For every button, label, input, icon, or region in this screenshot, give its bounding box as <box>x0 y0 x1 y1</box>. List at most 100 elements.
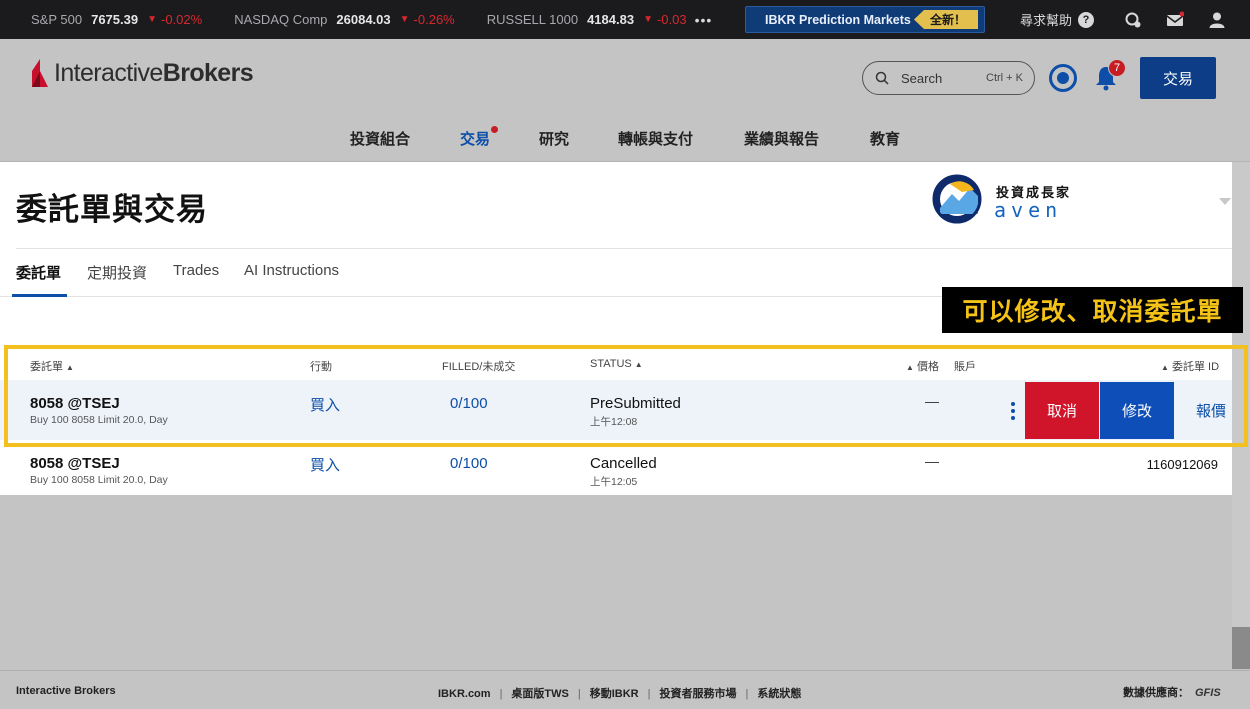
col-header-label: 價格 <box>916 361 939 373</box>
trade-button[interactable]: 交易 <box>1140 57 1216 99</box>
ticker-sp500[interactable]: S&P 500 7675.39 ▼ -0.02% <box>31 12 202 27</box>
new-badge: 全新！ <box>913 10 978 29</box>
nav-item-label: 交易 <box>460 131 491 148</box>
scrollbar-thumb[interactable] <box>1232 627 1250 669</box>
data-provider-label: 數據供應商： <box>1123 687 1189 699</box>
down-arrow-icon: ▼ <box>643 14 653 25</box>
cancel-order-button[interactable]: 取消 <box>1025 382 1099 439</box>
nav-alert-dot <box>491 126 499 133</box>
ticker-change: -0.03 <box>656 12 687 27</box>
footer-links: IBKR.com | 桌面版TWS | 移動IBKR | 投資者服務市場 | 系統狀態 <box>438 688 802 700</box>
brand-watermark: 投資成長家 aven <box>932 174 1092 226</box>
help-link[interactable]: 尋求幫助 ? <box>1020 10 1094 29</box>
footer-link-ibkr[interactable]: IBKR.com <box>438 688 491 700</box>
order-time: 上午12:08 <box>590 416 638 428</box>
help-label: 尋求幫助 <box>1019 13 1072 28</box>
globe-icon[interactable] <box>1049 64 1077 92</box>
notification-badge: 7 <box>1108 59 1126 77</box>
col-header-label: 委託單 <box>30 361 63 373</box>
col-header-status[interactable]: STATUS ▲ <box>590 358 643 370</box>
ib-flame-logo-icon <box>32 59 48 87</box>
col-header-account[interactable]: 賬戶 <box>954 358 976 374</box>
search-placeholder: Search <box>901 70 943 86</box>
help-icon: ? <box>1078 11 1094 28</box>
nav-item-portfolio[interactable]: 投資組合 <box>350 128 410 149</box>
sort-up-icon: ▲ <box>906 363 914 372</box>
nav-item-reports[interactable]: 業績與報告 <box>744 128 819 149</box>
order-description: Buy 100 8058 Limit 20.0, Day <box>30 474 168 486</box>
col-header-order-id[interactable]: ▲ 委託單 ID <box>1158 358 1219 374</box>
user-account-icon[interactable] <box>1208 11 1226 29</box>
footer-brand: Interactive Brokers <box>16 685 116 697</box>
logo-light-text: Interactive <box>54 58 163 87</box>
tab-trades[interactable]: Trades <box>173 262 219 279</box>
ticker-nasdaq[interactable]: NASDAQ Comp 26084.03 ▼ -0.26% <box>234 12 455 27</box>
sort-up-icon: ▲ <box>634 360 643 369</box>
order-description: Buy 100 8058 Limit 20.0, Day <box>30 414 168 426</box>
footer-link-mobile[interactable]: 移動IBKR <box>590 688 639 700</box>
page-title: 委託單與交易 <box>16 192 208 227</box>
ticker-value: 26084.03 <box>336 12 391 27</box>
ticker-value: 4184.83 <box>587 12 635 27</box>
nav-item-research[interactable]: 研究 <box>539 128 569 149</box>
table-row[interactable]: 8058 @TSEJ Buy 100 8058 Limit 20.0, Day … <box>0 440 1250 495</box>
more-options-icon[interactable] <box>1011 402 1015 423</box>
search-box[interactable]: Search Ctrl + K <box>862 61 1035 95</box>
modify-order-button[interactable]: 修改 <box>1100 382 1174 439</box>
prediction-markets-banner[interactable]: IBKR Prediction Markets 全新！ <box>745 6 985 33</box>
col-header-filled[interactable]: FILLED/未成交 <box>442 358 515 374</box>
col-header-action[interactable]: 行動 <box>310 358 332 374</box>
tab-recurring[interactable]: 定期投資 <box>87 262 147 283</box>
nav-item-trade[interactable]: 交易 <box>460 126 499 149</box>
sort-up-icon: ▲ <box>1161 363 1169 372</box>
mail-icon[interactable] <box>1166 11 1184 29</box>
down-arrow-icon: ▼ <box>399 14 410 25</box>
ticker-value: 7675.39 <box>91 12 139 27</box>
order-symbol[interactable]: 8058 @TSEJ <box>30 455 120 472</box>
annotation-callout: 可以修改、取消委託單 <box>942 287 1243 333</box>
down-arrow-icon: ▼ <box>147 14 157 25</box>
nav-item-transfer[interactable]: 轉帳與支付 <box>618 128 693 149</box>
order-price: — <box>925 393 939 409</box>
col-header-label: 委託單 ID <box>1171 361 1220 373</box>
collapse-caret-icon[interactable] <box>1219 198 1231 205</box>
ticker-name: NASDAQ Comp <box>234 12 328 27</box>
order-status: PreSubmitted <box>590 395 681 412</box>
ticker-utilities: 尋求幫助 ? <box>1020 0 1250 39</box>
page-footer: Interactive Brokers IBKR.com | 桌面版TWS | 移動IB… <box>0 670 1250 709</box>
order-filled: 0/100 <box>450 455 488 472</box>
chat-support-icon[interactable] <box>1124 11 1142 29</box>
footer-link-tws[interactable]: 桌面版TWS <box>511 688 568 700</box>
col-header-order[interactable]: 委託單 ▲ <box>30 358 74 374</box>
gfis-logo: GFIS <box>1195 687 1221 699</box>
ib-logo[interactable]: InteractiveBrokers <box>30 57 254 89</box>
col-header-price[interactable]: ▲ 價格 <box>903 358 939 374</box>
ticker-more-button[interactable]: ••• <box>695 12 713 28</box>
tab-orders[interactable]: 委託單 <box>16 262 61 283</box>
ticker-russell[interactable]: RUSSELL 1000 4184.83 ▼ -0.03 <box>487 12 687 27</box>
order-action: 買入 <box>310 397 341 414</box>
promo-label: IBKR Prediction Markets <box>765 12 911 27</box>
search-shortcut: Ctrl + K <box>986 72 1023 84</box>
ticker-name: RUSSELL 1000 <box>486 12 579 27</box>
aven-logo-icon <box>932 174 982 224</box>
tab-ai-instructions[interactable]: AI Instructions <box>244 262 339 279</box>
market-ticker-bar: S&P 500 7675.39 ▼ -0.02% NASDAQ Comp 260… <box>0 0 1250 39</box>
logo-text: InteractiveBrokers <box>54 58 254 88</box>
order-action: 買入 <box>310 457 341 474</box>
table-row[interactable]: 8058 @TSEJ Buy 100 8058 Limit 20.0, Day … <box>0 380 1250 440</box>
nav-item-education[interactable]: 教育 <box>870 128 900 149</box>
orders-table-header: 委託單 ▲ 行動 FILLED/未成交 STATUS ▲ ▲ 價格 賬戶 ▲ 委託單… <box>0 348 1250 380</box>
logo-bold-text: Brokers <box>162 58 254 87</box>
order-filled: 0/100 <box>450 395 488 412</box>
scrollbar-track[interactable] <box>1232 162 1250 627</box>
col-header-label: STATUS <box>590 358 632 370</box>
order-time: 上午12:05 <box>590 476 638 488</box>
ticker-change: -0.02% <box>161 12 203 27</box>
footer-link-marketplace[interactable]: 投資者服務市場 <box>659 688 736 700</box>
footer-link-status[interactable]: 系統狀態 <box>757 688 801 700</box>
order-id: 1160912069 <box>1146 457 1218 472</box>
ticker-change: -0.26% <box>413 12 455 27</box>
order-symbol[interactable]: 8058 @TSEJ <box>30 395 120 412</box>
brand-subtitle: aven <box>994 198 1063 222</box>
